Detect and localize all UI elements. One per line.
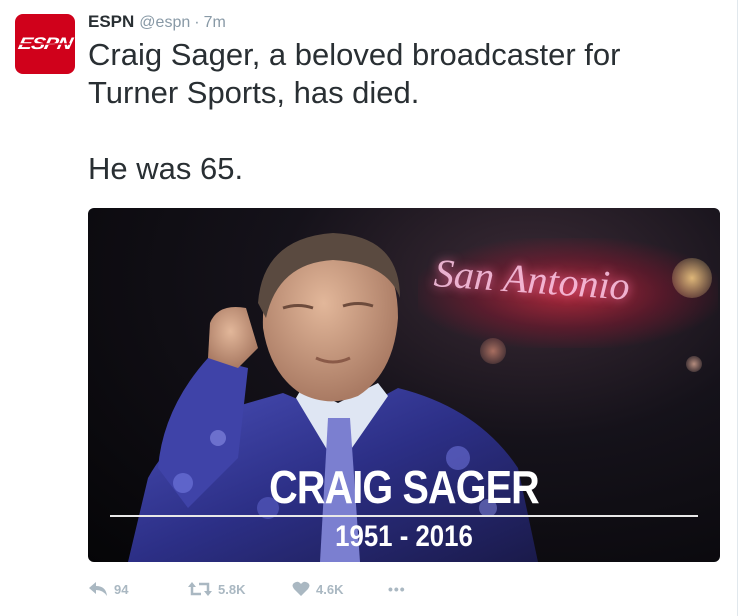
more-options-button[interactable]: ••• xyxy=(388,581,406,597)
reply-icon xyxy=(89,582,107,596)
tweet-timestamp[interactable]: 7m xyxy=(204,14,226,32)
tweet-text: Craig Sager, a beloved broadcaster for T… xyxy=(88,36,708,188)
caption-divider xyxy=(110,515,698,517)
tweet-text-line: Craig Sager, a beloved broadcaster for T… xyxy=(88,37,621,110)
tweet-photo[interactable]: San Antonio CRAIG SAGER 1951 - 2016 xyxy=(88,208,720,562)
caption-years: 1951 - 2016 xyxy=(335,520,473,553)
header-separator: · xyxy=(194,14,200,31)
tweet-header: ESPN @espn · 7m xyxy=(88,12,226,34)
like-button[interactable]: 4.6K xyxy=(292,581,388,597)
espn-logo: ESPN xyxy=(16,34,74,53)
retweet-count: 5.8K xyxy=(218,581,246,597)
tweet-card: ESPN ESPN @espn · 7m Craig Sager, a belo… xyxy=(0,0,738,616)
tweet-actions: 94 5.8K 4.6K ••• xyxy=(88,578,406,600)
heart-icon xyxy=(292,581,310,596)
author-name[interactable]: ESPN xyxy=(88,12,134,32)
retweet-icon xyxy=(188,582,212,596)
like-count: 4.6K xyxy=(316,581,344,597)
tweet-text-line: He was 65. xyxy=(88,151,244,186)
author-handle[interactable]: @espn xyxy=(139,14,190,32)
reply-button[interactable]: 94 xyxy=(88,581,188,597)
avatar[interactable]: ESPN xyxy=(15,14,75,74)
reply-count: 94 xyxy=(114,581,129,597)
more-icon: ••• xyxy=(388,581,406,597)
retweet-button[interactable]: 5.8K xyxy=(188,581,292,597)
caption-name: CRAIG SAGER xyxy=(269,461,540,513)
